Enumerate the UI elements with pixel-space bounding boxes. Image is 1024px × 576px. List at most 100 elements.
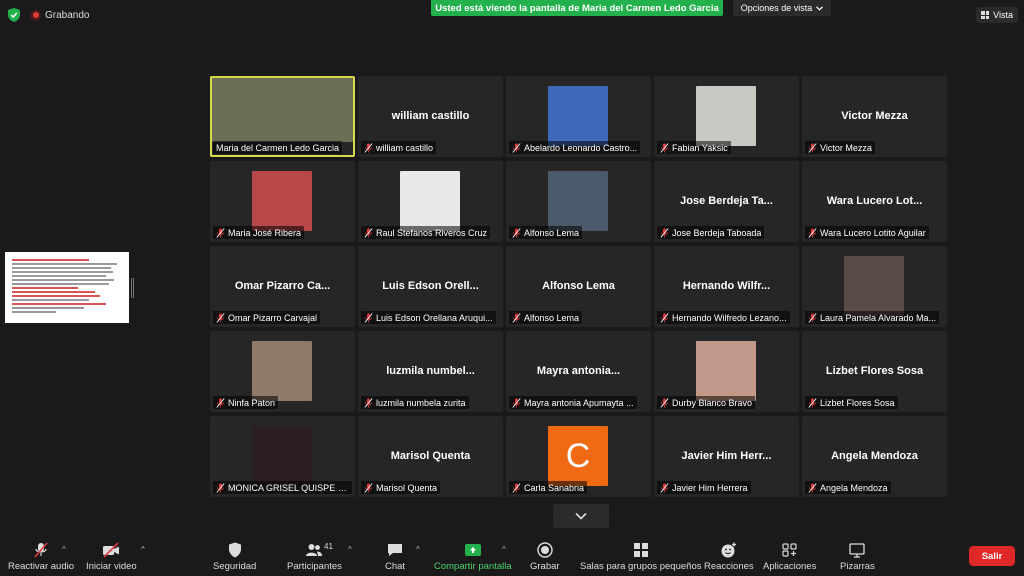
participant-display-name: Hernando Wilfr... — [682, 280, 771, 292]
show-more-button[interactable] — [553, 504, 609, 528]
share-screen-button[interactable]: Compartir pantalla — [434, 542, 512, 572]
security-button[interactable]: Seguridad — [213, 542, 256, 572]
participant-name-tag: Javier Him Herrera — [657, 481, 751, 494]
breakout-rooms-button[interactable]: Salas para grupos pequeños — [580, 542, 701, 572]
start-video-label: Iniciar video — [86, 561, 137, 572]
audio-options-caret-icon[interactable]: ^ — [62, 545, 66, 554]
resize-handle[interactable] — [131, 278, 134, 298]
participant-name-tag: Durby Blanco Bravo — [657, 396, 756, 409]
mic-muted-icon — [660, 397, 669, 408]
participants-icon — [306, 544, 323, 556]
mic-muted-icon — [216, 482, 225, 493]
shared-screen-thumbnail[interactable] — [5, 252, 129, 323]
participant-name-tag: Luis Edson Orellana Aruqui... — [361, 311, 496, 324]
participant-name-tag: Maria José Ribera — [213, 226, 305, 239]
record-button[interactable]: Grabar — [530, 542, 560, 572]
view-options-button[interactable]: Opciones de vista — [733, 0, 831, 16]
participant-tile[interactable]: Maria José Ribera — [210, 161, 355, 242]
participant-name: Abelardo Leonardo Castro... — [524, 142, 638, 153]
participant-display-name: Javier Him Herr... — [681, 450, 772, 462]
participant-video — [696, 86, 756, 146]
participant-name: luzmila numbela zurita — [376, 397, 466, 408]
start-video-button[interactable]: Iniciar video — [86, 542, 137, 572]
participant-tile[interactable]: Marisol Quenta Marisol Quenta — [358, 416, 503, 497]
mic-muted-icon — [364, 482, 373, 493]
participant-tile[interactable]: Alfonso Lema — [506, 161, 651, 242]
participant-tile[interactable]: Fabian Yaksic — [654, 76, 799, 157]
participant-tile[interactable]: Victor Mezza Victor Mezza — [802, 76, 947, 157]
mic-muted-icon — [512, 482, 521, 493]
participant-tile[interactable]: Hernando Wilfr... Hernando Wilfredo Lezan… — [654, 246, 799, 327]
participant-video — [252, 426, 312, 486]
recording-indicator[interactable]: Grabando — [30, 9, 90, 21]
recording-label: Grabando — [45, 9, 90, 21]
apps-button[interactable]: Aplicaciones — [763, 542, 816, 572]
share-caret-icon[interactable]: ^ — [502, 545, 506, 554]
participant-tile[interactable]: Laura Pamela Alvarado Ma... — [802, 246, 947, 327]
mic-muted-icon — [808, 142, 817, 153]
participant-tile[interactable]: MONICA GRISEL QUISPE C... — [210, 416, 355, 497]
participant-name-tag: Angela Mendoza — [805, 481, 891, 494]
whiteboards-button[interactable]: Pizarras — [840, 542, 875, 572]
smiley-plus-icon — [721, 542, 736, 558]
participant-name: Raul Stefanos Riveros Cruz — [376, 227, 488, 238]
participant-name: Alfonso Lema — [524, 312, 580, 323]
leave-button[interactable]: Salir — [969, 546, 1015, 566]
participant-name: Laura Pamela Alvarado Ma... — [820, 312, 937, 323]
participant-display-name: william castillo — [391, 110, 470, 122]
chat-caret-icon[interactable]: ^ — [416, 545, 420, 554]
participant-name-tag: luzmila numbela zurita — [361, 396, 469, 409]
participant-name-tag: Alfonso Lema — [509, 226, 583, 239]
mic-muted-icon — [512, 142, 521, 153]
participant-tile[interactable]: Mayra antonia... Mayra antonia Apumayta .… — [506, 331, 651, 412]
participant-name-tag: Lizbet Flores Sosa — [805, 396, 898, 409]
participant-name-tag: Abelardo Leonardo Castro... — [509, 141, 641, 154]
participant-name-tag: Laura Pamela Alvarado Ma... — [805, 311, 940, 324]
participant-video — [212, 78, 353, 142]
participant-display-name: Lizbet Flores Sosa — [825, 365, 924, 377]
participant-display-name: Wara Lucero Lot... — [826, 195, 923, 207]
participant-name-tag: Raul Stefanos Riveros Cruz — [361, 226, 491, 239]
reactions-button[interactable]: Reacciones — [704, 542, 754, 572]
participant-video — [400, 171, 460, 231]
participant-tile[interactable]: william castillo william castillo — [358, 76, 503, 157]
view-button-label: Vista — [993, 10, 1013, 20]
participant-video — [844, 256, 904, 316]
chat-button[interactable]: Chat — [385, 542, 405, 572]
mic-muted-icon — [808, 312, 817, 323]
view-button[interactable]: Vista — [976, 7, 1018, 23]
participant-tile[interactable]: Omar Pizarro Ca... Omar Pizarro Carvajal — [210, 246, 355, 327]
apps-icon — [782, 543, 797, 557]
mic-muted-icon — [364, 397, 373, 408]
security-shield-icon[interactable] — [8, 8, 20, 22]
participant-name: Mayra antonia Apumayta ... — [524, 397, 634, 408]
participant-tile[interactable]: Jose Berdeja Ta... Jose Berdeja Taboada — [654, 161, 799, 242]
participant-name-tag: william castillo — [361, 141, 437, 154]
participant-tile[interactable]: Durby Blanco Bravo — [654, 331, 799, 412]
participant-tile[interactable]: Maria del Carmen Ledo Garcia — [210, 76, 355, 157]
participant-tile[interactable]: C Carla Sanabria — [506, 416, 651, 497]
participants-caret-icon[interactable]: ^ — [348, 545, 352, 554]
participant-tile[interactable]: Raul Stefanos Riveros Cruz — [358, 161, 503, 242]
participant-name-tag: Jose Berdeja Taboada — [657, 226, 765, 239]
participant-video — [252, 341, 312, 401]
mic-muted-icon — [512, 312, 521, 323]
participants-label: Participantes — [287, 561, 342, 572]
participant-tile[interactable]: Abelardo Leonardo Castro... — [506, 76, 651, 157]
participant-name-tag: Fabian Yaksic — [657, 141, 731, 154]
mic-muted-icon — [808, 482, 817, 493]
participants-button[interactable]: Participantes — [287, 542, 342, 572]
participant-tile[interactable]: Javier Him Herr... Javier Him Herrera — [654, 416, 799, 497]
participant-tile[interactable]: Alfonso Lema Alfonso Lema — [506, 246, 651, 327]
record-icon — [537, 542, 553, 558]
participant-tile[interactable]: Lizbet Flores Sosa Lizbet Flores Sosa — [802, 331, 947, 412]
participant-tile[interactable]: luzmila numbel... luzmila numbela zurita — [358, 331, 503, 412]
participant-tile[interactable]: Wara Lucero Lot... Wara Lucero Lotito Agu… — [802, 161, 947, 242]
participant-name-tag: MONICA GRISEL QUISPE C... — [213, 481, 352, 494]
participant-tile[interactable]: Ninfa Paton — [210, 331, 355, 412]
participant-name-tag: Marisol Quenta — [361, 481, 441, 494]
video-options-caret-icon[interactable]: ^ — [141, 545, 145, 554]
participant-display-name: Angela Mendoza — [831, 450, 918, 462]
participant-tile[interactable]: Angela Mendoza Angela Mendoza — [802, 416, 947, 497]
participant-tile[interactable]: Luis Edson Orell... Luis Edson Orellana A… — [358, 246, 503, 327]
